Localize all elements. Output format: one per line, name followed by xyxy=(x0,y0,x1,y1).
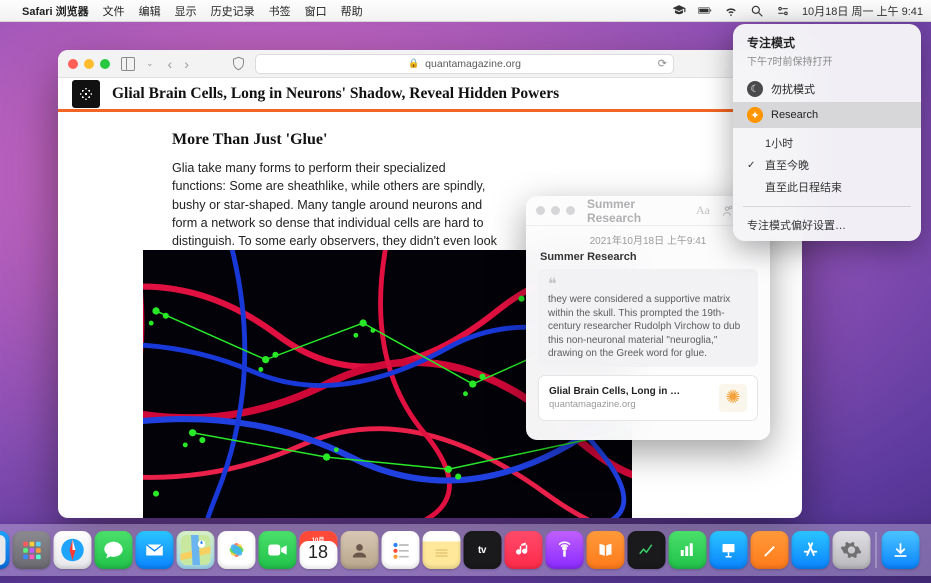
menu-view[interactable]: 显示 xyxy=(175,3,197,19)
dock-podcasts[interactable] xyxy=(545,531,583,569)
dock-settings[interactable] xyxy=(832,531,870,569)
dock: 10月18 tv xyxy=(0,524,931,576)
dock-books[interactable] xyxy=(586,531,624,569)
traffic-lights xyxy=(68,59,110,69)
note-close-button[interactable] xyxy=(536,206,545,215)
sidebar-toggle-button[interactable] xyxy=(118,55,138,73)
zoom-window-button[interactable] xyxy=(100,59,110,69)
dock-facetime[interactable] xyxy=(258,531,296,569)
privacy-shield-icon[interactable] xyxy=(231,56,247,72)
note-zoom-button[interactable] xyxy=(566,206,575,215)
focus-opt-event-end[interactable]: 直至此日程结束 xyxy=(733,176,921,198)
site-logo[interactable] xyxy=(72,80,100,108)
research-icon: ✦ xyxy=(747,107,763,123)
safari-toolbar: ⌄ ‹ › 🔒 quantamagazine.org ⟳ xyxy=(58,50,802,78)
dock-mail[interactable] xyxy=(135,531,173,569)
address-bar[interactable]: 🔒 quantamagazine.org ⟳ xyxy=(255,54,674,74)
note-window-title: Summer Research xyxy=(581,197,688,225)
menu-file[interactable]: 文件 xyxy=(103,3,125,19)
note-minimize-button[interactable] xyxy=(551,206,560,215)
search-icon[interactable] xyxy=(750,4,764,18)
menu-edit[interactable]: 编辑 xyxy=(139,3,161,19)
wifi-icon[interactable] xyxy=(724,4,738,18)
dock-safari[interactable] xyxy=(53,531,91,569)
moon-icon: ☾ xyxy=(747,81,763,97)
back-button[interactable]: ‹ xyxy=(168,56,173,72)
dock-downloads[interactable] xyxy=(881,531,919,569)
menubar-right: 10月18日 周一 上午 9:41 xyxy=(672,3,923,19)
dock-appstore[interactable] xyxy=(791,531,829,569)
format-icon[interactable]: Aa xyxy=(694,202,712,220)
dock-launchpad[interactable] xyxy=(12,531,50,569)
dock-trash[interactable] xyxy=(922,531,931,569)
dock-reminders[interactable] xyxy=(381,531,419,569)
dock-finder[interactable] xyxy=(0,531,9,569)
link-card-title: Glial Brain Cells, Long in … xyxy=(549,386,711,397)
menu-window[interactable]: 窗口 xyxy=(305,3,327,19)
dock-notes[interactable] xyxy=(422,531,460,569)
menubar-clock[interactable]: 10月18日 周一 上午 9:41 xyxy=(802,3,923,19)
dock-music[interactable] xyxy=(504,531,542,569)
menubar: Safari 浏览器 文件 编辑 显示 历史记录 书签 窗口 帮助 10月18日… xyxy=(0,0,931,22)
note-quote-block[interactable]: ❝ they were considered a supportive matr… xyxy=(538,269,758,367)
battery-icon[interactable] xyxy=(698,4,712,18)
link-card-source: quantamagazine.org xyxy=(549,399,711,410)
sidebar-menu-chevron-icon[interactable]: ⌄ xyxy=(146,58,154,69)
focus-title: 专注模式 xyxy=(747,34,907,51)
control-center-icon[interactable] xyxy=(776,4,790,18)
link-card-thumbnail: ✺ xyxy=(719,384,747,412)
article-header: Glial Brain Cells, Long in Neurons' Shad… xyxy=(58,78,802,112)
dock-maps[interactable] xyxy=(176,531,214,569)
note-quote-text: they were considered a supportive matrix… xyxy=(548,293,748,361)
menu-help[interactable]: 帮助 xyxy=(341,3,363,19)
address-url: quantamagazine.org xyxy=(425,58,521,70)
dock-photos[interactable] xyxy=(217,531,255,569)
focus-popover: 专注模式 下午7时前保持打开 ☾ 勿扰模式 ✦ Research 1小时 ✓直至… xyxy=(733,24,921,241)
section-heading: More Than Just 'Glue' xyxy=(172,131,772,149)
forward-button[interactable]: › xyxy=(184,56,189,72)
menu-history[interactable]: 历史记录 xyxy=(211,3,255,19)
focus-opt-1h[interactable]: 1小时 xyxy=(733,132,921,154)
focus-subtitle: 下午7时前保持打开 xyxy=(747,53,907,68)
dock-keynote[interactable] xyxy=(709,531,747,569)
note-heading: Summer Research xyxy=(526,251,770,269)
close-window-button[interactable] xyxy=(68,59,78,69)
focus-mode-research[interactable]: ✦ Research xyxy=(733,102,921,128)
focus-preferences-link[interactable]: 专注模式偏好设置… xyxy=(733,211,921,235)
dock-separator xyxy=(875,532,876,568)
note-link-card[interactable]: Glial Brain Cells, Long in … quantamagaz… xyxy=(538,375,758,421)
minimize-window-button[interactable] xyxy=(84,59,94,69)
dock-numbers[interactable] xyxy=(668,531,706,569)
dock-calendar[interactable]: 10月18 xyxy=(299,531,337,569)
focus-research-label: Research xyxy=(771,109,818,121)
dock-tv[interactable]: tv xyxy=(463,531,501,569)
dock-messages[interactable] xyxy=(94,531,132,569)
menu-bookmarks[interactable]: 书签 xyxy=(269,3,291,19)
checkmark-icon: ✓ xyxy=(747,160,755,171)
app-menu[interactable]: Safari 浏览器 xyxy=(22,3,89,19)
student-icon[interactable] xyxy=(672,4,686,18)
dock-stocks[interactable] xyxy=(627,531,665,569)
lock-icon: 🔒 xyxy=(408,58,419,69)
reload-icon[interactable]: ⟳ xyxy=(658,57,667,70)
focus-mode-dnd[interactable]: ☾ 勿扰模式 xyxy=(733,76,921,102)
article-title: Glial Brain Cells, Long in Neurons' Shad… xyxy=(112,85,752,103)
focus-dnd-label: 勿扰模式 xyxy=(771,81,815,97)
quote-icon: ❝ xyxy=(548,277,748,293)
dock-contacts[interactable] xyxy=(340,531,378,569)
dock-pages[interactable] xyxy=(750,531,788,569)
focus-opt-evening[interactable]: ✓直至今晚 xyxy=(733,154,921,176)
